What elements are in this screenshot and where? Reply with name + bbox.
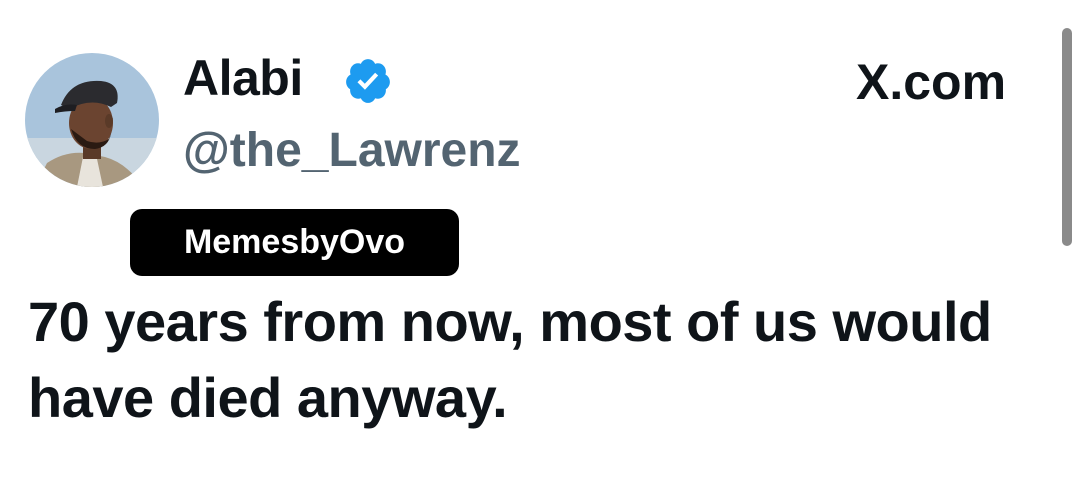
author-handle[interactable]: @the_Lawrenz xyxy=(183,122,521,180)
site-label: X.com xyxy=(856,54,1007,110)
avatar-image xyxy=(25,53,159,187)
verified-badge-icon xyxy=(346,59,390,103)
watermark-label: MemesbyOvo xyxy=(130,209,459,276)
tweet-text: 70 years from now, most of us would have… xyxy=(28,290,992,429)
tweet-card: Alabi @the_Lawrenz X.com MemesbyOvo 70 y… xyxy=(0,0,1080,492)
avatar[interactable] xyxy=(25,53,159,187)
author-display-name[interactable]: Alabi xyxy=(183,48,303,108)
scrollbar[interactable] xyxy=(1062,28,1072,246)
